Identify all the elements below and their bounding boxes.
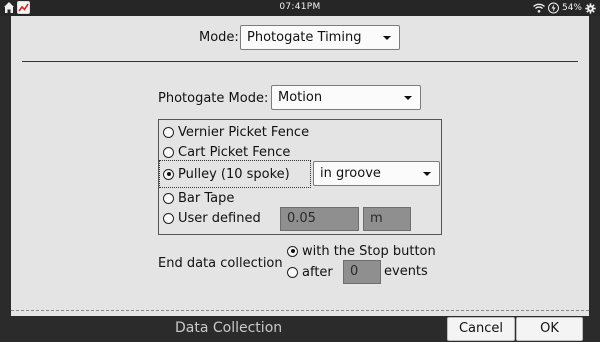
- clock: 07:41PM: [279, 2, 321, 12]
- divider: [22, 61, 578, 62]
- charging-icon: [547, 2, 559, 14]
- status-bar: 07:41PM 54%: [0, 0, 600, 16]
- ok-button[interactable]: OK: [516, 317, 583, 341]
- radio-button-icon: [163, 192, 174, 204]
- radio-button-selected-icon: [163, 168, 174, 180]
- mode-select[interactable]: Photogate Timing: [240, 25, 400, 50]
- screen-title: Data Collection: [175, 320, 283, 336]
- radio-button-icon: [163, 126, 174, 138]
- pulley-mode-select-value: in groove: [320, 166, 381, 181]
- end-collection-label: End data collection: [158, 256, 283, 271]
- radio-user-defined[interactable]: User defined: [163, 209, 261, 227]
- cancel-button[interactable]: Cancel: [447, 317, 515, 341]
- radio-label: with the Stop button: [302, 243, 436, 259]
- chevron-down-icon: [383, 36, 391, 40]
- radio-button-icon: [163, 212, 174, 224]
- events-label: events: [384, 264, 428, 279]
- mode-label: Mode:: [199, 30, 239, 45]
- radio-label: Cart Picket Fence: [178, 144, 291, 160]
- radio-label: Vernier Picket Fence: [178, 124, 310, 140]
- radio-label: after: [302, 264, 333, 280]
- photogate-mode-label: Photogate Mode:: [158, 91, 269, 106]
- user-defined-value-field[interactable]: 0.05: [280, 207, 359, 231]
- radio-label: User defined: [178, 210, 261, 226]
- pulley-mode-select[interactable]: in groove: [313, 161, 440, 186]
- mode-select-value: Photogate Timing: [247, 30, 362, 45]
- radio-cart-picket-fence[interactable]: Cart Picket Fence: [163, 143, 290, 161]
- chevron-down-icon: [404, 96, 412, 100]
- events-count-field[interactable]: 0: [343, 260, 381, 284]
- radio-after-events[interactable]: after: [287, 263, 333, 281]
- photogate-mode-select-value: Motion: [278, 90, 323, 105]
- radio-bar-tape[interactable]: Bar Tape: [163, 189, 234, 207]
- wifi-icon: [533, 3, 545, 13]
- settings-icon[interactable]: [585, 2, 596, 14]
- radio-label: Bar Tape: [178, 190, 235, 206]
- chevron-down-icon: [423, 172, 431, 176]
- panel-bottom-border: [11, 310, 589, 311]
- radio-pulley[interactable]: Pulley (10 spoke): [159, 160, 311, 188]
- radio-label: Pulley (10 spoke): [178, 166, 290, 182]
- battery-percentage: 54%: [561, 3, 582, 13]
- radio-stop-button[interactable]: with the Stop button: [287, 242, 436, 260]
- radio-button-icon: [163, 146, 174, 158]
- user-defined-unit-field[interactable]: m: [363, 207, 411, 231]
- radio-button-icon: [287, 266, 298, 278]
- radio-vernier-picket-fence[interactable]: Vernier Picket Fence: [163, 123, 309, 141]
- photogate-mode-select[interactable]: Motion: [271, 85, 421, 110]
- radio-button-selected-icon: [287, 245, 298, 257]
